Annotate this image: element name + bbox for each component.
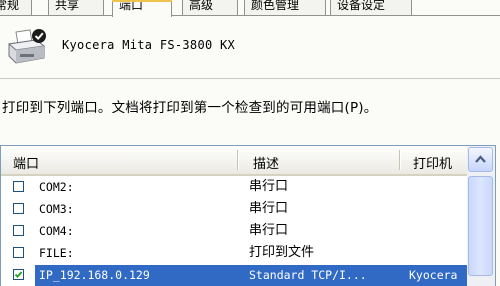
instruction-text: 打印到下列端口。文档将打印到第一个检查到的可用端口(P)。: [2, 100, 378, 116]
ports-list[interactable]: 端口 描述 打印机 COM2: 串行口 COM3: 串行口 COM4: 串行口 …: [0, 145, 496, 286]
tab-label: 设备设定: [337, 0, 386, 12]
port-name: IP_192.168.0.129: [39, 268, 150, 282]
printer-icon: [6, 28, 48, 66]
port-checkbox[interactable]: [13, 181, 24, 192]
column-header-port[interactable]: 端口: [13, 153, 39, 172]
port-checkbox[interactable]: [13, 225, 24, 236]
tab-strip: 常规 共享 端口 高级 颜色管理 设备设定: [0, 0, 500, 17]
list-item[interactable]: COM3: 串行口: [1, 198, 467, 220]
port-printer: Kyocera: [409, 268, 458, 282]
port-description: Standard TCP/I...: [249, 268, 367, 282]
scrollbar-thumb[interactable]: [468, 176, 493, 276]
scroll-up-arrow-icon: [475, 155, 486, 163]
list-item-selected[interactable]: IP_192.168.0.129 Standard TCP/I... Kyoce…: [1, 264, 467, 286]
list-item[interactable]: COM4: 串行口: [1, 220, 467, 242]
port-description: 串行口: [249, 223, 289, 238]
tab-general[interactable]: 常规: [0, 0, 32, 15]
tab-label: 共享: [55, 0, 80, 12]
scroll-up-button[interactable]: [468, 147, 493, 172]
checkmark-icon: [14, 271, 23, 279]
port-checkbox[interactable]: [13, 203, 24, 214]
tab-color-management[interactable]: 颜色管理: [244, 0, 326, 15]
port-checkbox[interactable]: [13, 247, 24, 258]
tab-label: 端口: [119, 0, 144, 12]
divider: [0, 78, 500, 79]
tab-label: 常规: [0, 0, 20, 12]
column-header-description[interactable]: 描述: [253, 153, 279, 172]
list-item[interactable]: FILE: 打印到文件: [1, 242, 467, 264]
list-item[interactable]: COM2: 串行口: [1, 176, 467, 198]
list-header: 端口 描述 打印机: [1, 146, 467, 176]
port-description: 打印到文件: [249, 245, 315, 260]
port-name: FILE:: [39, 246, 74, 260]
column-header-printer[interactable]: 打印机: [413, 153, 452, 172]
port-description: 串行口: [249, 179, 289, 194]
port-name: COM3:: [39, 202, 74, 216]
column-divider[interactable]: [237, 150, 238, 170]
vertical-scrollbar[interactable]: [467, 146, 495, 286]
tab-label: 颜色管理: [251, 0, 300, 12]
tab-sharing[interactable]: 共享: [48, 0, 104, 15]
port-checkbox-checked[interactable]: [13, 269, 24, 280]
port-name: COM4:: [39, 224, 74, 238]
tab-advanced[interactable]: 高级: [182, 0, 238, 15]
column-divider[interactable]: [399, 150, 400, 170]
port-name: COM2:: [39, 180, 74, 194]
port-description: 串行口: [249, 201, 289, 216]
tab-ports[interactable]: 端口: [112, 0, 172, 17]
printer-name: Kyocera Mita FS-3800 KX: [62, 38, 236, 52]
tab-device-settings[interactable]: 设备设定: [330, 0, 412, 15]
tab-label: 高级: [189, 0, 214, 12]
